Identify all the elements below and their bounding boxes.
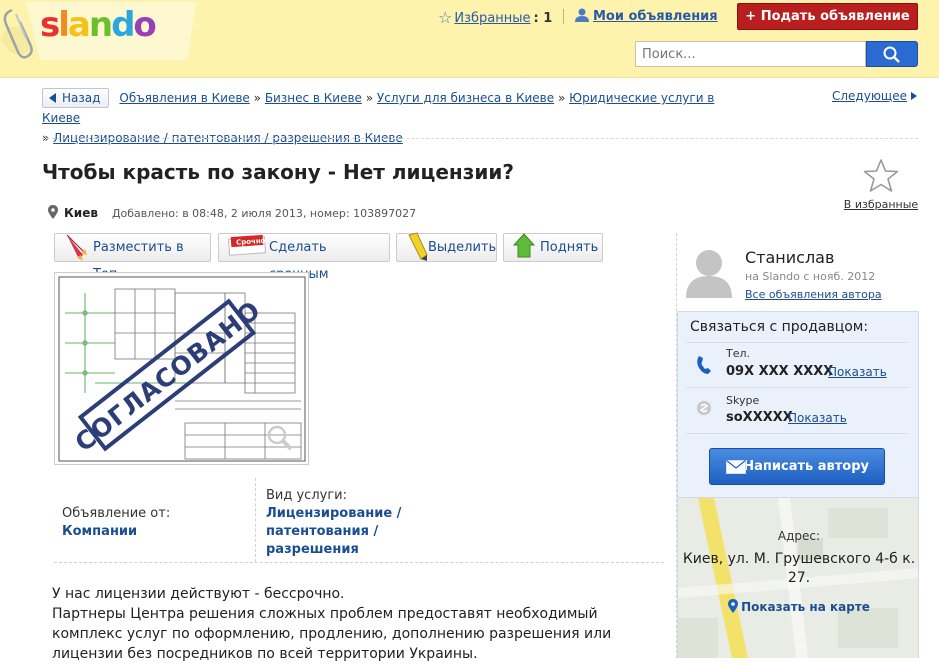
search-icon (883, 46, 900, 63)
seller-since: на Slando с нояб. 2012 (745, 270, 876, 283)
ad-city: Киев (64, 206, 98, 220)
avatar (686, 246, 732, 298)
header-separator (563, 9, 564, 24)
ad-meta: Киев Добавлено: в 08:48, 2 июля 2013, ном… (48, 205, 416, 220)
site-header: slando ☆ Избранные: 1 Мои объявления + По… (0, 0, 939, 78)
contact-divider (686, 387, 908, 388)
make-urgent-button[interactable]: Срочно Сделать срочным (218, 233, 390, 282)
add-to-favorites-button[interactable]: В избранные (842, 158, 920, 211)
address-value: Киев, ул. М. Грушевского 4-б к. 27. (682, 551, 916, 586)
description-line: Партнеры Центра решения сложных проблем … (52, 606, 612, 662)
all-author-ads-link[interactable]: Все объявления автора (745, 288, 882, 301)
seller-type-value[interactable]: Компании (62, 524, 137, 539)
show-skype-link[interactable]: Показать (788, 411, 847, 425)
ad-description: У нас лицензии действуют - бессрочно. Па… (52, 584, 652, 664)
ad-photo[interactable]: СОГЛАСОВАНО (54, 272, 309, 465)
seller-type-label: Объявление от: (62, 506, 171, 521)
star-outline-icon (863, 159, 899, 192)
show-on-map-link[interactable]: Показать на карте (678, 599, 918, 614)
page-title: Чтобы красть по закону - Нет лицензии? (42, 160, 514, 184)
details-divider (255, 478, 256, 562)
breadcrumb-item[interactable]: Объявления в Киеве (119, 91, 249, 105)
phone-value: 09X XXX XXXX (726, 364, 834, 379)
map-panel[interactable]: Адрес: Киев, ул. М. Грушевского 4-б к. 2… (677, 498, 919, 658)
phone-icon (697, 356, 711, 374)
skype-icon (697, 401, 711, 415)
breadcrumb-item[interactable]: Услуги для бизнеса в Киеве (377, 91, 554, 105)
breadcrumb: Назад Объявления в Киеве » Бизнес в Киеве… (42, 88, 732, 148)
logo-text: slando (40, 5, 155, 45)
post-ad-button[interactable]: + Подать объявление (737, 3, 918, 30)
divider (42, 138, 918, 139)
favorites-label[interactable]: Избранные (454, 11, 530, 26)
map-pin-icon (728, 599, 739, 613)
show-phone-link[interactable]: Показать (828, 365, 887, 379)
favorites-link[interactable]: ☆ Избранные: 1 (438, 8, 552, 27)
star-icon: ☆ (438, 8, 453, 27)
back-arrow-icon (49, 93, 56, 103)
next-ad-link[interactable]: Следующее (832, 89, 917, 103)
rocket-icon (66, 234, 87, 261)
divider (54, 562, 664, 563)
contact-panel: Связаться с продавцом: Тел. 09X XXX XXXX… (677, 311, 919, 498)
envelope-icon (726, 460, 746, 474)
raise-up-icon (512, 233, 536, 258)
search-button[interactable] (866, 41, 918, 67)
slando-logo[interactable]: slando (0, 0, 200, 62)
phone-label: Тел. (726, 347, 751, 360)
address-label: Адрес: (777, 529, 821, 543)
contact-title: Связаться с продавцом: (690, 319, 869, 335)
description-line: У нас лицензии действуют - бессрочно. (52, 586, 345, 602)
highlight-button[interactable]: Выделить (396, 232, 497, 262)
my-ads-label[interactable]: Мои объявления (593, 9, 718, 24)
breadcrumb-item[interactable]: Бизнес в Киеве (265, 91, 362, 105)
urgent-badge-icon: Срочно (227, 234, 267, 256)
service-type-label: Вид услуги: (266, 488, 347, 503)
back-button[interactable]: Назад (42, 88, 110, 108)
user-icon (575, 8, 589, 22)
favorites-count: : 1 (533, 11, 553, 26)
location-pin-icon (48, 205, 58, 219)
breadcrumb-separator: » (253, 91, 261, 105)
skype-value: soXXXXX (726, 410, 793, 425)
contact-divider (686, 433, 908, 434)
breadcrumb-separator: » (557, 91, 566, 105)
skype-label: Skype (726, 394, 760, 407)
ad-details: Объявление от: Компании Вид услуги: Лице… (54, 478, 664, 562)
search-input[interactable] (635, 41, 866, 67)
place-in-top-button[interactable]: Разместить в Топ (54, 233, 211, 282)
contact-divider (686, 342, 908, 343)
my-ads-link[interactable]: Мои объявления (574, 8, 718, 24)
service-type-value[interactable]: Лицензирование / патентования / разрешен… (266, 505, 416, 559)
seller-name: Станислав (745, 248, 835, 267)
ad-added-info: Добавлено: в 08:48, 2 июля 2013, номер: … (111, 207, 417, 220)
next-arrow-icon (911, 92, 917, 100)
breadcrumb-separator: » (365, 91, 374, 105)
write-to-author-button[interactable]: Написать автору (709, 448, 885, 485)
raise-button[interactable]: Поднять (503, 233, 603, 262)
